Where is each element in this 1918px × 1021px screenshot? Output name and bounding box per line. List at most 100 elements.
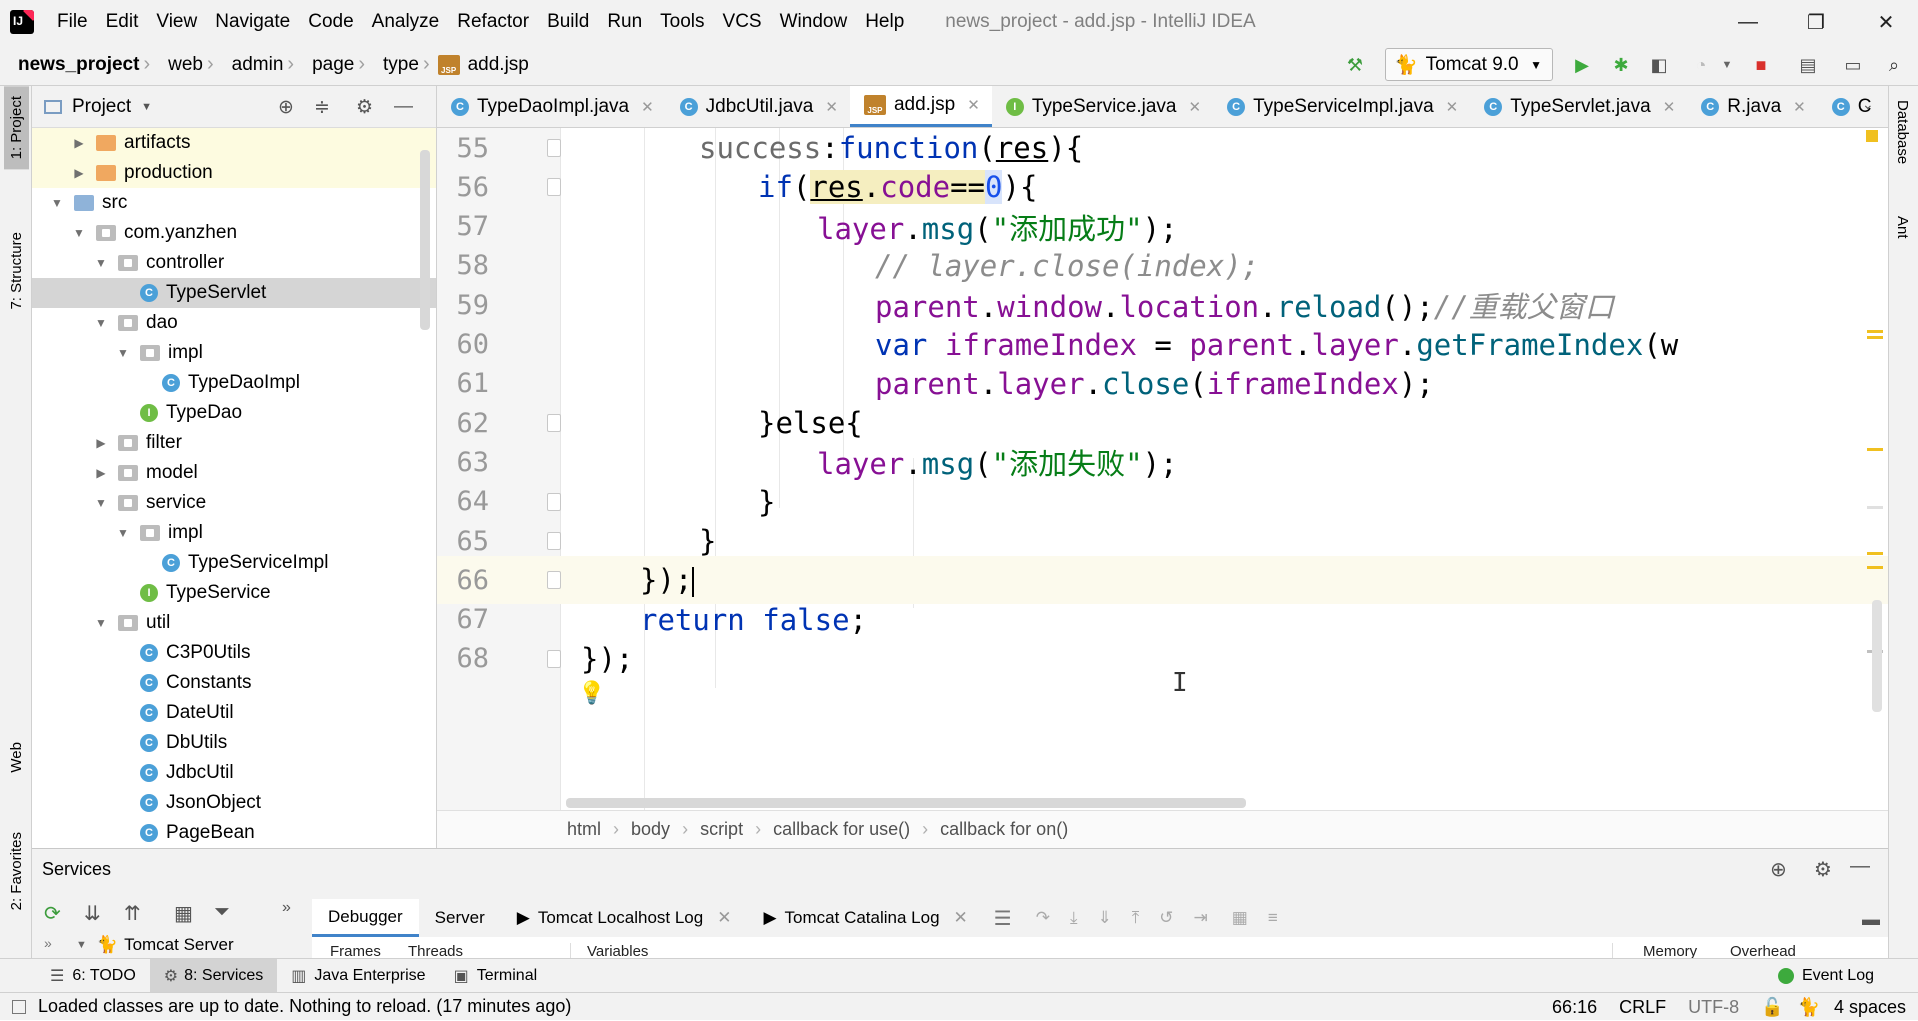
tree-item[interactable]: ▶CConstants — [32, 668, 436, 698]
chevron-down-icon[interactable]: ▼ — [94, 496, 108, 510]
tree-item[interactable]: ▶CJsonObject — [32, 788, 436, 818]
status-toggle-icon[interactable] — [12, 999, 26, 1014]
code-crumb-callback-use[interactable]: callback for use() — [773, 819, 910, 840]
project-tool-tab[interactable]: 1: Project — [4, 86, 29, 170]
breadcrumb-page[interactable]: page — [294, 54, 358, 76]
breadcrumb-project[interactable]: news_project — [0, 54, 143, 76]
close-icon[interactable]: ✕ — [1793, 98, 1806, 116]
step-over-icon[interactable]: ↷ — [1036, 908, 1050, 928]
close-icon[interactable]: ✕ — [1663, 98, 1676, 116]
menu-build[interactable]: Build — [538, 11, 598, 33]
line-separator[interactable]: CRLF — [1619, 997, 1666, 1018]
menu-navigate[interactable]: Navigate — [206, 11, 299, 33]
editor-horizontal-scrollbar[interactable] — [566, 798, 1246, 808]
chevron-down-icon[interactable]: ▼ — [116, 346, 130, 360]
tree-item[interactable]: ▶CDateUtil — [32, 698, 436, 728]
breadcrumb-admin[interactable]: admin — [214, 54, 288, 76]
tree-item[interactable]: ▶CTypeDaoImpl — [32, 368, 436, 398]
code-crumb-html[interactable]: html — [567, 819, 601, 840]
chevron-right-icon[interactable]: ▶ — [72, 166, 86, 180]
chevron-down-icon[interactable]: ▼ — [50, 196, 64, 210]
search-icon[interactable]: ⌕ — [1883, 54, 1905, 76]
menu-refactor[interactable]: Refactor — [448, 11, 538, 33]
breadcrumb-type[interactable]: type — [365, 54, 423, 76]
code-line[interactable]: 68}); — [437, 635, 1888, 683]
tree-item[interactable]: ▼ util — [32, 608, 436, 638]
fold-marker-icon[interactable] — [547, 571, 561, 590]
ant-tool-tab[interactable]: Ant — [1894, 216, 1911, 239]
chevron-down-icon[interactable]: ▼ — [94, 256, 108, 270]
tree-item[interactable]: ▼ src — [32, 188, 436, 218]
indent-setting[interactable]: 4 spaces — [1834, 997, 1906, 1018]
tree-item[interactable]: ▶CJdbcUtil — [32, 758, 436, 788]
layout-icon[interactable]: ▬ — [1862, 909, 1880, 930]
stop-icon[interactable]: ■ — [1750, 54, 1772, 76]
expand-all-icon[interactable]: ⇊ — [84, 901, 101, 926]
hide-panel-icon[interactable]: — — [394, 96, 413, 118]
tree-item[interactable]: ▶CTypeServiceImpl — [32, 548, 436, 578]
tab-debugger[interactable]: Debugger — [312, 899, 419, 937]
frames-tab[interactable]: Frames — [330, 943, 381, 959]
tree-item[interactable]: ▼ controller — [32, 248, 436, 278]
more-icon[interactable]: » — [282, 899, 291, 917]
tree-item[interactable]: ▶ production — [32, 158, 436, 188]
editor-tab[interactable]: C TypeDaoImpl.java ✕ — [437, 86, 666, 127]
tree-item[interactable]: ▼ dao — [32, 308, 436, 338]
menu-run[interactable]: Run — [598, 11, 651, 33]
run-icon[interactable]: ▶ — [1571, 54, 1593, 76]
editor-tab[interactable]: C JdbcUtil.java ✕ — [666, 86, 850, 127]
coverage-icon[interactable]: ◧ — [1648, 54, 1670, 76]
breadcrumb-web[interactable]: web — [150, 54, 207, 76]
structure-tool-tab[interactable]: 7: Structure — [4, 226, 29, 316]
gear-icon[interactable]: ⚙ — [1814, 857, 1832, 882]
tree-scrollbar[interactable] — [420, 150, 430, 330]
code-crumb-script[interactable]: script — [700, 819, 743, 840]
locate-icon[interactable]: ⊕ — [278, 96, 294, 119]
gear-icon[interactable]: ⚙ — [356, 96, 373, 119]
memory-tab[interactable]: Memory — [1612, 943, 1697, 959]
lock-icon[interactable]: 🔓 — [1761, 997, 1783, 1018]
close-icon[interactable]: ✕ — [641, 98, 654, 116]
tree-item[interactable]: ▶CPageBean — [32, 818, 436, 848]
chevron-down-icon[interactable]: ▼ — [116, 526, 130, 540]
terminal-tool-button[interactable]: ▣ Terminal — [440, 959, 552, 993]
file-encoding[interactable]: UTF-8 — [1688, 997, 1739, 1018]
restore-button[interactable]: ❐ — [1786, 0, 1846, 44]
services-tool-button[interactable]: ⚙ 8: Services — [149, 958, 278, 993]
locate-icon[interactable]: ⊕ — [1770, 857, 1787, 882]
menu-edit[interactable]: Edit — [97, 11, 148, 33]
favorites-tool-tab[interactable]: 2: Favorites — [4, 826, 29, 916]
tree-item[interactable]: ▼ impl — [32, 338, 436, 368]
step-out-icon[interactable]: ⤒ — [1132, 908, 1140, 928]
run-dropdown-icon[interactable]: ▼ — [1716, 54, 1738, 76]
evaluate-icon[interactable]: ▦ — [1232, 908, 1248, 928]
editor-vertical-scrollbar[interactable] — [1872, 600, 1882, 712]
close-icon[interactable]: ✕ — [825, 98, 838, 116]
fold-marker-icon[interactable] — [547, 532, 561, 550]
project-panel-title[interactable]: Project — [72, 96, 131, 118]
editor-tab[interactable]: JSP add.jsp ✕ — [849, 86, 992, 127]
tab-localhost-log[interactable]: ▶ Tomcat Localhost Log ✕ — [501, 899, 748, 937]
close-icon[interactable]: ✕ — [954, 908, 968, 928]
drop-frame-icon[interactable]: ↺ — [1159, 908, 1173, 928]
debug-icon[interactable]: ✱ — [1610, 54, 1632, 76]
menu-help[interactable]: Help — [856, 11, 913, 33]
editor-tab[interactable]: I TypeService.java ✕ — [992, 86, 1213, 127]
tree-item[interactable]: ▼ service — [32, 488, 436, 518]
profile-icon[interactable]: ◔ — [1690, 54, 1712, 76]
run-configuration-select[interactable]: 🐈 Tomcat 9.0 ▼ — [1385, 48, 1553, 81]
chevron-down-icon[interactable]: ▼ — [94, 316, 108, 330]
fold-marker-icon[interactable] — [547, 139, 561, 157]
chevron-down-icon[interactable]: ▼ — [94, 616, 108, 630]
trace-icon[interactable]: ≡ — [1268, 908, 1278, 928]
tree-item[interactable]: ▶ artifacts — [32, 128, 436, 158]
tree-item[interactable]: ▶CDbUtils — [32, 728, 436, 758]
event-log-button[interactable]: Event Log — [1764, 959, 1888, 993]
menu-icon[interactable]: ☰ — [994, 906, 1012, 931]
tab-server[interactable]: Server — [419, 899, 501, 937]
code-crumb-body[interactable]: body — [631, 819, 670, 840]
menu-view[interactable]: View — [147, 11, 206, 33]
lightbulb-icon[interactable]: 💡 — [578, 680, 605, 706]
tab-catalina-log[interactable]: ▶ Tomcat Catalina Log ✕ — [747, 899, 983, 937]
chevron-right-icon[interactable]: ▶ — [94, 436, 108, 450]
